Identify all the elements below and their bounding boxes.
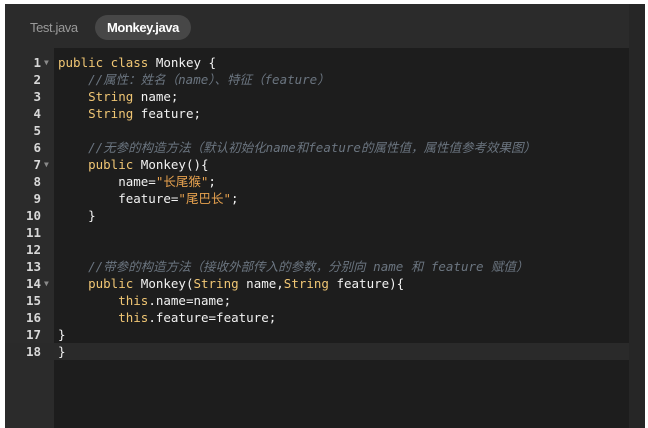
code-line[interactable]: 1 ▼ public class Monkey { (5, 54, 629, 71)
code-line[interactable]: 16 this.feature=feature; (5, 309, 629, 326)
code-line[interactable]: 7 ▼ public Monkey(){ (5, 156, 629, 173)
code-text: feature="尾巴长"; (58, 191, 239, 206)
code-line[interactable]: 4 String feature; (5, 105, 629, 122)
code-text: } (58, 327, 66, 342)
code-line[interactable]: 10 } (5, 207, 629, 224)
code-line[interactable]: 3 String name; (5, 88, 629, 105)
fold-icon[interactable]: ▼ (44, 54, 49, 71)
code-line[interactable]: 17} (5, 326, 629, 343)
code-line[interactable]: 12 (5, 241, 629, 258)
code-text: //带参的构造方法（接收外部传入的参数，分别向 name 和 feature 赋… (88, 259, 529, 274)
tab-monkey-java[interactable]: Monkey.java (95, 15, 191, 40)
code-text: public Monkey(){ (88, 157, 209, 172)
code-line[interactable]: 5 (5, 122, 629, 139)
line-number: 8 (33, 174, 41, 189)
code-text: //无参的构造方法（默认初始化name和feature的属性值，属性值参考效果图… (88, 140, 536, 155)
line-number: 6 (33, 140, 41, 155)
fold-icon[interactable]: ▼ (44, 275, 49, 292)
line-number: 9 (33, 191, 41, 206)
code-text: this.feature=feature; (118, 310, 277, 325)
tab-bar: Test.java Monkey.java (5, 4, 629, 48)
code-text: public class Monkey { (58, 55, 217, 70)
code-text: this.name=name; (118, 293, 232, 308)
code-text: name="长尾猴"; (58, 174, 216, 189)
code-text: //属性：姓名（name）、特征（feature） (88, 72, 330, 87)
code-line[interactable]: 6 //无参的构造方法（默认初始化name和feature的属性值，属性值参考效… (5, 139, 629, 156)
code-text: String feature; (88, 106, 201, 121)
line-number: 16 (25, 310, 41, 325)
line-number: 7 (33, 157, 41, 172)
line-number: 18 (25, 344, 41, 359)
line-number: 13 (25, 259, 41, 274)
line-number: 5 (33, 123, 41, 138)
code-text: } (58, 344, 66, 359)
line-number: 3 (33, 89, 41, 104)
code-line[interactable]: 14 ▼ public Monkey(String name,String fea… (5, 275, 629, 292)
code-line[interactable]: 2 //属性：姓名（name）、特征（feature） (5, 71, 629, 88)
code-line[interactable]: 11 (5, 224, 629, 241)
line-number: 2 (33, 72, 41, 87)
line-number: 4 (33, 106, 41, 121)
code-line[interactable]: 13 //带参的构造方法（接收外部传入的参数，分别向 name 和 featur… (5, 258, 629, 275)
code-editor-window: Test.java Monkey.java 1 ▼ public class Mon… (5, 4, 645, 428)
line-number: 1 (33, 55, 41, 70)
tab-test-java[interactable]: Test.java (18, 15, 90, 40)
code-line[interactable]: 18} (5, 343, 629, 360)
line-number: 10 (25, 208, 41, 223)
code-line[interactable]: 9 feature="尾巴长"; (5, 190, 629, 207)
line-number: 14 (25, 276, 41, 291)
line-number: 17 (25, 327, 41, 342)
vertical-scrollbar[interactable] (629, 4, 645, 428)
code-text: } (58, 208, 96, 223)
code-line[interactable]: 8 name="长尾猴"; (5, 173, 629, 190)
code-text: String name; (88, 89, 179, 104)
code-text: public Monkey(String name,String feature… (88, 276, 405, 291)
code-line[interactable]: 15 this.name=name; (5, 292, 629, 309)
line-number: 12 (25, 242, 41, 257)
line-number: 15 (25, 293, 41, 308)
line-number: 11 (25, 225, 41, 240)
fold-icon[interactable]: ▼ (44, 156, 49, 173)
